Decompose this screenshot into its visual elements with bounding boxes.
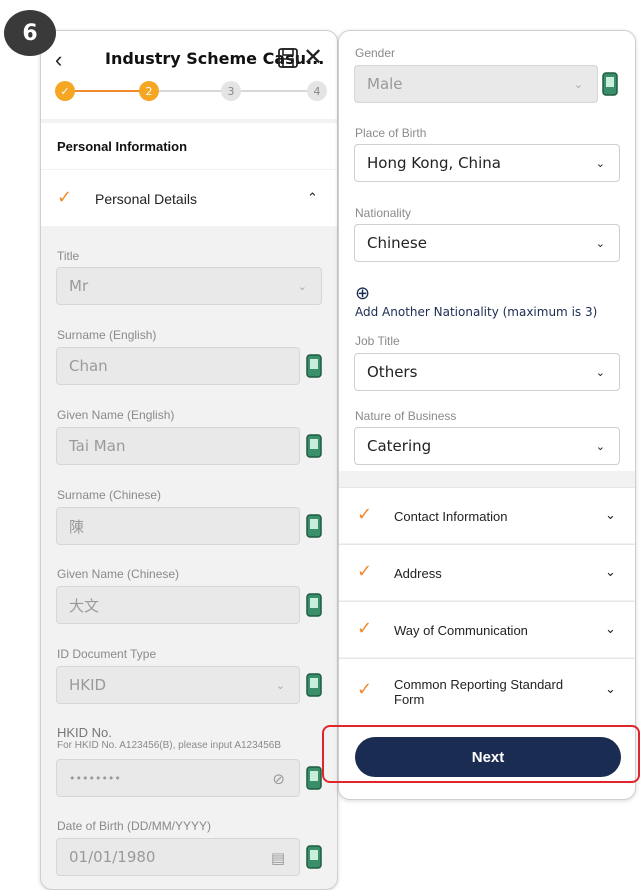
section-personal-information: Personal Information — [41, 123, 337, 169]
gender-value: Male — [367, 75, 403, 93]
id-scan-icon[interactable] — [305, 353, 323, 379]
eye-off-icon[interactable]: ⊘ — [272, 770, 285, 788]
given-en-label: Given Name (English) — [57, 408, 175, 422]
check-icon: ✓ — [357, 618, 373, 639]
accordion-label: Contact Information — [394, 509, 508, 524]
chevron-down-icon: ⌄ — [595, 440, 605, 453]
accordion-address[interactable]: ✓ Address ⌄ — [339, 544, 635, 600]
back-icon[interactable]: ‹ — [55, 47, 62, 73]
section-title: Personal Information — [57, 139, 188, 154]
title-select[interactable]: Mr ⌄ — [56, 267, 322, 305]
surname-zh-label: Surname (Chinese) — [57, 488, 162, 502]
given-en-input[interactable]: Tai Man — [56, 427, 300, 465]
step-4: 4 — [307, 81, 327, 101]
accordion-personal-details[interactable]: ✓ Personal Details ⌃ — [41, 170, 337, 226]
check-icon: ✓ — [357, 561, 373, 582]
id-scan-icon[interactable] — [305, 513, 323, 539]
id-scan-icon[interactable] — [305, 765, 323, 791]
dob-value: 01/01/1980 — [69, 848, 156, 866]
chevron-down-icon[interactable]: ⌄ — [605, 564, 616, 580]
personal-details-form-continued: Gender Male ⌄ Place of Birth Hong Kong, … — [339, 31, 635, 471]
hkid-input[interactable]: •••••••• ⊘ — [56, 759, 300, 797]
left-screen: ‹ Industry Scheme Casu... ✕ ✓ 2 3 4 Pers… — [40, 30, 338, 890]
surname-en-label: Surname (English) — [57, 328, 157, 342]
id-type-value: HKID — [69, 676, 107, 694]
check-icon: ✓ — [357, 504, 373, 525]
nature-of-business-label: Nature of Business — [355, 409, 457, 423]
nationality-select[interactable]: Chinese ⌄ — [354, 224, 620, 262]
check-icon: ✓ — [357, 679, 373, 700]
gender-label: Gender — [355, 46, 396, 60]
dob-input[interactable]: 01/01/1980 ▤ — [56, 838, 300, 876]
accordion-way-of-communication[interactable]: ✓ Way of Communication ⌄ — [339, 601, 635, 657]
close-icon[interactable]: ✕ — [303, 43, 323, 72]
step-3: 3 — [221, 81, 241, 101]
id-scan-icon[interactable] — [305, 433, 323, 459]
job-title-label: Job Title — [355, 334, 400, 348]
add-circle-icon[interactable]: ⊕ — [355, 283, 370, 304]
chevron-down-icon: ⌄ — [595, 366, 605, 379]
step-number-badge: 6 — [4, 10, 56, 56]
step-1-done: ✓ — [55, 81, 75, 101]
chevron-down-icon: ⌄ — [573, 78, 583, 91]
given-zh-value: 大文 — [69, 596, 100, 615]
place-of-birth-value: Hong Kong, China — [367, 154, 501, 172]
accordion-label: Address — [394, 566, 442, 581]
surname-en-value: Chan — [69, 357, 108, 375]
given-zh-label: Given Name (Chinese) — [57, 567, 180, 581]
title-value: Mr — [69, 277, 89, 295]
nationality-label: Nationality — [355, 206, 412, 220]
given-en-value: Tai Man — [69, 437, 126, 455]
given-zh-input[interactable]: 大文 — [56, 586, 300, 624]
accordion-label: Personal Details — [95, 191, 197, 207]
chevron-up-icon[interactable]: ⌃ — [307, 190, 318, 206]
accordion-crs-form[interactable]: ✓ Common Reporting Standard Form ⌄ — [339, 658, 635, 716]
step-2-current: 2 — [139, 81, 159, 101]
accordion-label: Way of Communication — [394, 623, 528, 638]
chevron-down-icon[interactable]: ⌄ — [605, 681, 616, 697]
nature-of-business-value: Catering — [367, 437, 432, 455]
hkid-hint: For HKID No. A123456(B), please input A1… — [57, 740, 282, 751]
calendar-icon[interactable]: ▤ — [271, 849, 285, 867]
hkid-label: HKID No. — [57, 725, 112, 740]
add-nationality-link[interactable]: Add Another Nationality (maximum is 3) — [355, 305, 597, 319]
place-of-birth-select[interactable]: Hong Kong, China ⌄ — [354, 144, 620, 182]
chevron-down-icon[interactable]: ⌄ — [605, 621, 616, 637]
id-scan-icon[interactable] — [305, 672, 323, 698]
chevron-down-icon: ⌄ — [595, 157, 605, 170]
chevron-down-icon: ⌄ — [595, 237, 605, 250]
hkid-value: •••••••• — [69, 771, 121, 785]
gender-select[interactable]: Male ⌄ — [354, 65, 598, 103]
dob-label: Date of Birth (DD/MM/YYYY) — [57, 819, 212, 833]
place-of-birth-label: Place of Birth — [355, 126, 427, 140]
accordion-contact-information[interactable]: ✓ Contact Information ⌄ — [339, 487, 635, 543]
id-type-label: ID Document Type — [57, 647, 157, 661]
surname-zh-value: 陳 — [69, 517, 85, 536]
chevron-down-icon[interactable]: ⌄ — [605, 507, 616, 523]
surname-en-input[interactable]: Chan — [56, 347, 300, 385]
id-type-select[interactable]: HKID ⌄ — [56, 666, 300, 704]
chevron-down-icon: ⌄ — [275, 679, 285, 692]
surname-zh-input[interactable]: 陳 — [56, 507, 300, 545]
id-scan-icon[interactable] — [305, 592, 323, 618]
right-screen: Gender Male ⌄ Place of Birth Hong Kong, … — [338, 30, 636, 800]
nature-of-business-select[interactable]: Catering ⌄ — [354, 427, 620, 465]
job-title-select[interactable]: Others ⌄ — [354, 353, 620, 391]
app-header: ‹ Industry Scheme Casu... ✕ ✓ 2 3 4 — [41, 31, 337, 119]
id-scan-icon[interactable] — [601, 71, 619, 97]
next-button-highlight — [322, 725, 640, 783]
accordion-label: Common Reporting Standard Form — [394, 677, 564, 707]
check-icon: ✓ — [57, 187, 73, 208]
title-label: Title — [57, 249, 80, 263]
nationality-value: Chinese — [367, 234, 427, 252]
chevron-down-icon: ⌄ — [297, 280, 307, 293]
id-scan-icon[interactable] — [305, 844, 323, 870]
progress-stepper: ✓ 2 3 4 — [53, 81, 329, 101]
job-title-value: Others — [367, 363, 418, 381]
save-icon[interactable] — [277, 47, 299, 69]
